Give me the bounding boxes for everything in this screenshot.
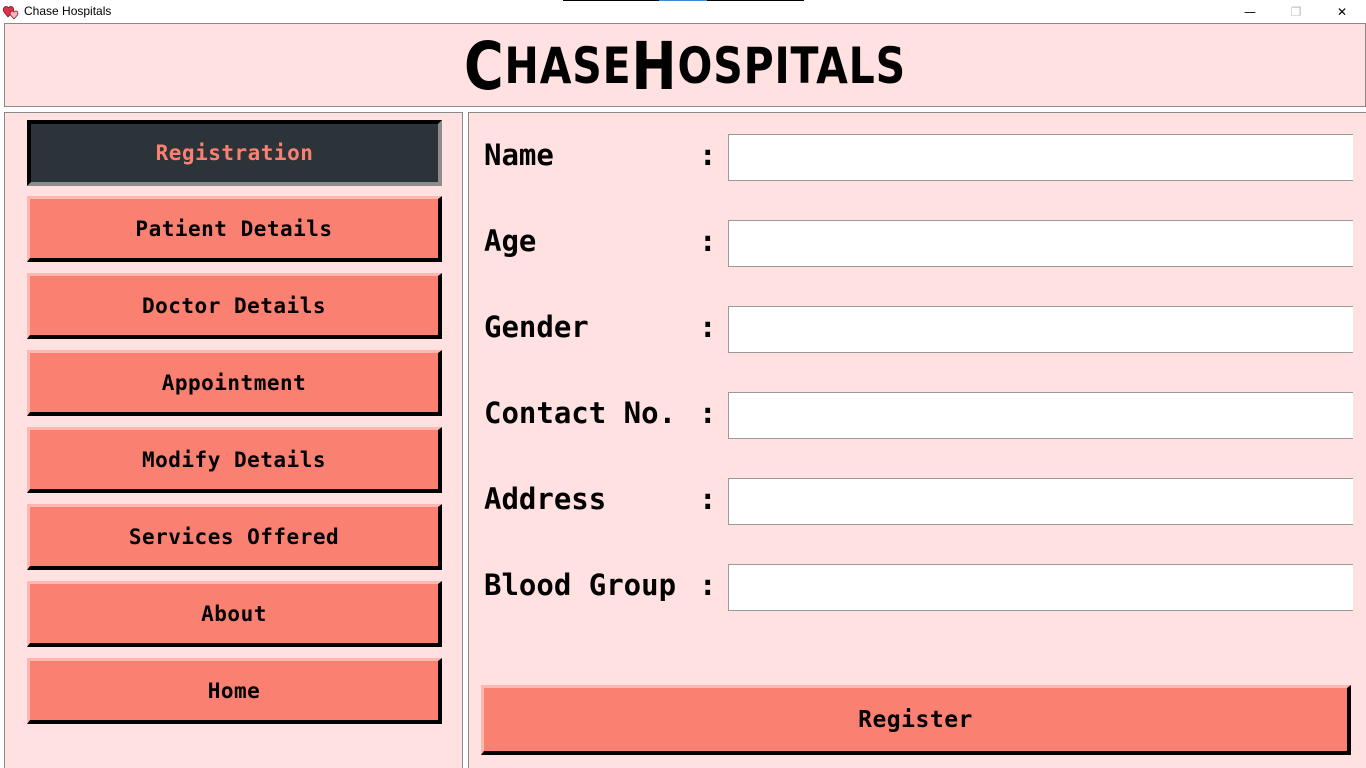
- nav-label: Home: [207, 678, 261, 703]
- nav-about-button[interactable]: About: [27, 581, 442, 647]
- minimize-icon: —: [1244, 4, 1256, 19]
- address-colon: :: [699, 482, 717, 516]
- register-label: Register: [858, 706, 973, 733]
- close-button[interactable]: ✕: [1319, 0, 1365, 23]
- name-field[interactable]: [728, 134, 1353, 181]
- nav-label: Appointment: [161, 370, 307, 395]
- nav-registration-button[interactable]: Registration: [27, 120, 442, 186]
- nav-label: Doctor Details: [141, 293, 326, 318]
- app-title: C HASE H OSPITALS: [127, 24, 1242, 108]
- form-row-age: Age :: [469, 220, 1366, 268]
- form-row-blood-group: Blood Group :: [469, 564, 1366, 612]
- nav-label: Services Offered: [128, 524, 340, 549]
- name-label: Name: [484, 138, 554, 172]
- gender-label: Gender: [484, 310, 589, 344]
- age-field[interactable]: [728, 220, 1353, 267]
- maximize-button[interactable]: ❐: [1273, 0, 1319, 23]
- age-colon: :: [699, 224, 717, 258]
- contact-label: Contact No.: [484, 396, 677, 430]
- nav-appointment-button[interactable]: Appointment: [27, 350, 442, 416]
- contact-colon: :: [699, 396, 717, 430]
- nav-modify-details-button[interactable]: Modify Details: [27, 427, 442, 493]
- age-label: Age: [484, 224, 537, 258]
- blood-group-colon: :: [699, 568, 717, 602]
- title-initial-h: H: [631, 27, 678, 105]
- minimize-button[interactable]: —: [1227, 0, 1273, 23]
- window-titlebar: Chase Hospitals — ❐ ✕: [0, 0, 1366, 23]
- form-row-contact: Contact No. :: [469, 392, 1366, 440]
- address-field[interactable]: [728, 478, 1353, 525]
- window-title: Chase Hospitals: [24, 4, 112, 18]
- hearts-icon: [3, 6, 19, 20]
- register-button[interactable]: Register: [481, 685, 1351, 755]
- nav-label: Patient Details: [135, 216, 333, 241]
- close-icon: ✕: [1336, 4, 1348, 19]
- gender-colon: :: [699, 310, 717, 344]
- nav-label: About: [201, 601, 267, 626]
- nav-label: Registration: [155, 141, 314, 165]
- form-row-gender: Gender :: [469, 306, 1366, 354]
- nav-home-button[interactable]: Home: [27, 658, 442, 724]
- blood-group-field[interactable]: [728, 564, 1353, 611]
- address-label: Address: [484, 482, 607, 516]
- form-row-name: Name :: [469, 134, 1366, 182]
- taskbar-indicator-accent: [659, 0, 707, 1]
- nav-services-offered-button[interactable]: Services Offered: [27, 504, 442, 570]
- app-header: C HASE H OSPITALS: [4, 23, 1366, 107]
- title-rest-chase: HASE: [504, 37, 632, 95]
- nav-label: Modify Details: [141, 447, 326, 472]
- contact-field[interactable]: [728, 392, 1353, 439]
- form-row-address: Address :: [469, 478, 1366, 526]
- nav-doctor-details-button[interactable]: Doctor Details: [27, 273, 442, 339]
- sidebar-nav: Registration Patient Details Doctor Deta…: [4, 112, 463, 768]
- maximize-icon: ❐: [1290, 4, 1302, 19]
- title-rest-hospitals: OSPITALS: [677, 37, 906, 95]
- blood-group-label: Blood Group: [484, 568, 677, 602]
- gender-field[interactable]: [728, 306, 1353, 353]
- nav-patient-details-button[interactable]: Patient Details: [27, 196, 442, 262]
- registration-form: Name : Age : Gender : Contact No. : Addr…: [468, 112, 1366, 768]
- title-initial-c: C: [464, 27, 505, 105]
- name-colon: :: [699, 138, 717, 172]
